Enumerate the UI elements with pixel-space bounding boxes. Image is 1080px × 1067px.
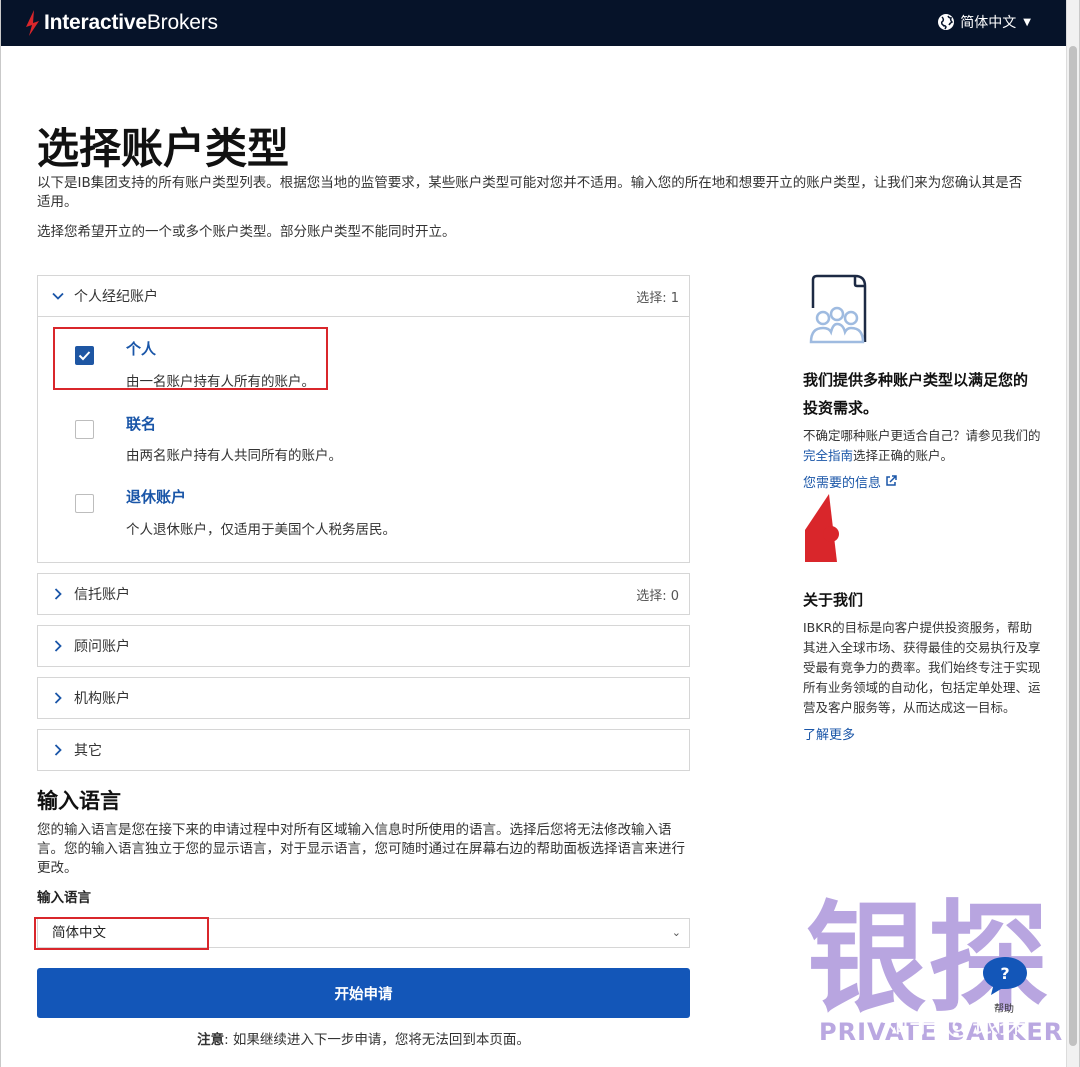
about-heading: 关于我们 [803, 591, 864, 609]
accordion-label: 个人经纪账户 [74, 289, 158, 305]
option-title-joint: 联名 [126, 415, 157, 433]
intro-instruction: 选择您希望开立的一个或多个账户类型。部分账户类型不能同时开立。 [37, 224, 456, 240]
ib-logo-icon [26, 10, 39, 36]
help-label[interactable]: 帮助 [994, 1000, 1014, 1015]
learn-more-link[interactable]: 了解更多 [803, 724, 1041, 743]
accordion-advisor: 顾问账户 [37, 625, 690, 667]
sidebar-about: 关于我们 IBKR的目标是向客户提供投资服务，帮助其进入全球市场、获得最佳的交易… [803, 586, 1041, 743]
external-link-icon [886, 475, 897, 486]
ib-brand-icon [805, 494, 839, 562]
ib-logo[interactable]: InteractiveBrokers [23, 9, 218, 37]
account-types-document-icon [809, 274, 867, 344]
accordion-header-other[interactable]: 其它 [38, 730, 689, 770]
svg-text:?: ? [1000, 964, 1009, 983]
accordion-header-advisor[interactable]: 顾问账户 [38, 626, 689, 666]
sidebar-guide-text: 不确定哪种账户更适合自己？请参见我们的完全指南选择正确的账户。 [803, 428, 1041, 463]
accordion-label: 信托账户 [74, 587, 130, 603]
chevron-right-icon [54, 692, 62, 704]
accordion-label: 顾问账户 [74, 639, 130, 655]
option-desc-joint: 由两名账户持有人共同所有的账户。 [126, 448, 342, 464]
about-text: IBKR的目标是向客户提供投资服务，帮助其进入全球市场、获得最佳的交易执行及享受… [803, 620, 1041, 715]
logo-text: InteractiveBrokers [44, 11, 218, 34]
checkbox-retirement[interactable] [75, 494, 94, 513]
language-switcher[interactable]: 简体中文 ▼ [937, 12, 1031, 32]
highlight-box-individual [53, 327, 328, 390]
chevron-right-icon [54, 640, 62, 652]
accordion-label: 其它 [74, 743, 102, 759]
chevron-right-icon [54, 744, 62, 756]
chevron-down-icon: ⌄ [671, 926, 681, 939]
accordion-trust: 信托账户 选择: 0 [37, 573, 690, 615]
watermark-sub-text: PRIVATE BANKER [819, 1018, 1064, 1046]
info-link[interactable]: 您需要的信息 [803, 472, 1041, 491]
help-chat-icon[interactable]: ? [981, 955, 1029, 997]
caret-down-icon: ▼ [1023, 16, 1031, 28]
sidebar-heading: 我们提供多种账户类型以满足您的投资需求。 [803, 371, 1029, 417]
option-title-retirement: 退休账户 [126, 488, 187, 506]
page-title: 选择账户类型 [37, 124, 290, 173]
selection-count: 选择: 1 [636, 290, 679, 306]
intro-text: 以下是IB集团支持的所有账户类型列表。根据您当地的监管要求，某些账户类型可能对您… [37, 175, 1023, 210]
chevron-right-icon [54, 588, 62, 600]
accordion-header-trust[interactable]: 信托账户 选择: 0 [38, 574, 689, 614]
sidebar-account-info: 我们提供多种账户类型以满足您的投资需求。 不确定哪种账户更适合自己？请参见我们的… [803, 366, 1041, 491]
accordion-individual-brokerage: 个人经纪账户 选择: 1 个人 由一名账户持有人所有的账户。 联名 由两名账户持… [37, 275, 690, 563]
top-header: InteractiveBrokers 简体中文 ▼ [1, 0, 1067, 46]
chevron-down-icon [52, 292, 64, 300]
scrollbar[interactable] [1066, 0, 1079, 1067]
accordion-label: 机构账户 [74, 691, 130, 707]
option-desc-retirement: 个人退休账户，仅适用于美国个人税务居民。 [126, 522, 396, 538]
start-application-button[interactable]: 开始申请 [37, 968, 690, 1018]
guide-link[interactable]: 完全指南 [803, 448, 853, 463]
accordion-other: 其它 [37, 729, 690, 771]
checkbox-joint[interactable] [75, 420, 94, 439]
input-language-label: 输入语言 [37, 890, 91, 906]
scroll-thumb[interactable] [1069, 46, 1077, 1046]
selection-count: 选择: 0 [636, 588, 679, 604]
accordion-header-individual[interactable]: 个人经纪账户 选择: 1 [38, 276, 689, 316]
accordion-header-institution[interactable]: 机构账户 [38, 678, 689, 718]
language-label: 简体中文 [960, 15, 1017, 31]
note-text: 注意: 如果继续进入下一步申请，您将无法回到本页面。 [197, 1032, 530, 1048]
globe-icon [938, 14, 955, 30]
highlight-box-language [34, 917, 209, 950]
input-language-desc: 您的输入语言是您在接下来的申请过程中对所有区域输入信息时所使用的语言。选择后您将… [37, 822, 685, 876]
accordion-institution: 机构账户 [37, 677, 690, 719]
input-language-title: 输入语言 [37, 789, 121, 813]
